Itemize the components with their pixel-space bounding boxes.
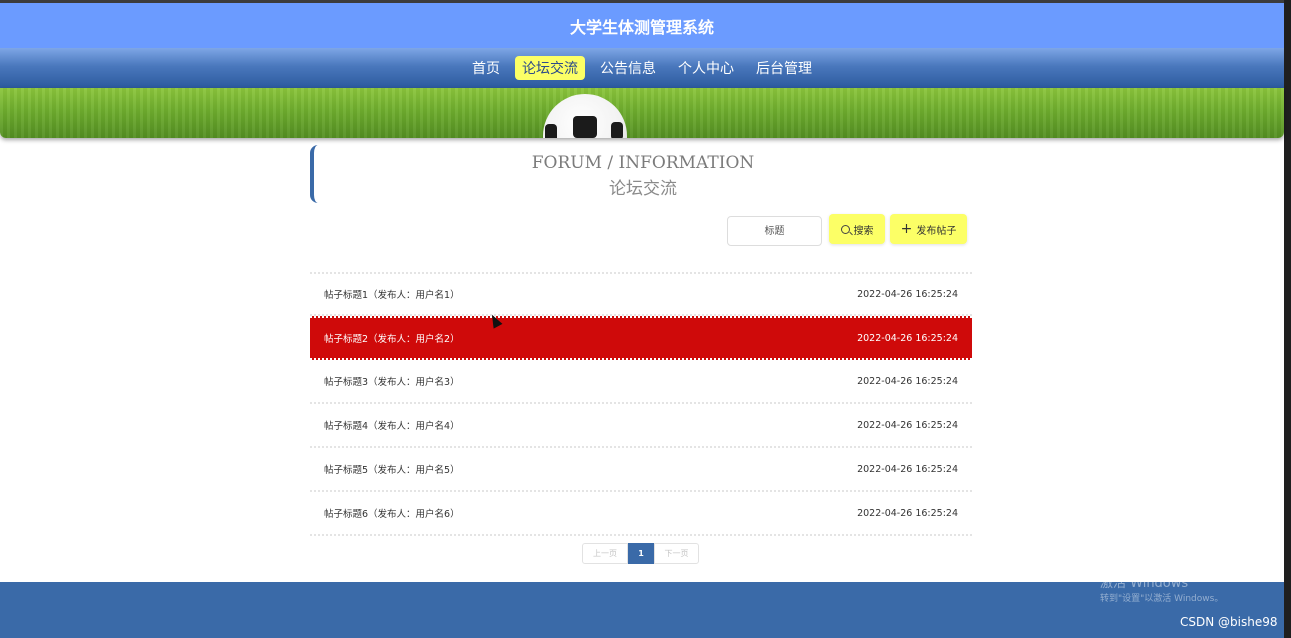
post-list: 帖子标题1（发布人：用户名1） 2022-04-26 16:25:24 帖子标题… [310, 272, 972, 536]
nav-item-profile[interactable]: 个人中心 [671, 56, 741, 80]
prev-page-button[interactable]: 上一页 [582, 543, 628, 564]
csdn-credit: CSDN @bishe98 [1180, 615, 1278, 629]
main-nav: 首页 论坛交流 公告信息 个人中心 后台管理 [0, 48, 1284, 88]
post-time: 2022-04-26 16:25:24 [857, 419, 958, 431]
post-time: 2022-04-26 16:25:24 [857, 463, 958, 475]
search-button[interactable]: 搜索 [829, 214, 885, 244]
new-post-button[interactable]: + 发布帖子 [890, 214, 967, 244]
site-title: 大学生体测管理系统 [569, 17, 714, 37]
section-title-cn: 论坛交流 [609, 179, 677, 199]
post-title: 帖子标题6（发布人：用户名6） [324, 509, 460, 520]
nav-item-home[interactable]: 首页 [465, 56, 507, 80]
post-time: 2022-04-26 16:25:24 [857, 375, 958, 387]
search-button-label: 搜索 [853, 225, 874, 237]
post-row[interactable]: 帖子标题2（发布人：用户名2） 2022-04-26 16:25:24 [310, 316, 972, 360]
post-row[interactable]: 帖子标题3（发布人：用户名3） 2022-04-26 16:25:24 [310, 360, 972, 404]
post-title: 帖子标题1（发布人：用户名1） [324, 290, 460, 301]
pagination: 上一页 1 下一页 [582, 543, 699, 564]
search-icon [840, 224, 850, 234]
nav-item-admin[interactable]: 后台管理 [749, 56, 819, 80]
section-heading: FORUM / INFORMATION 论坛交流 [310, 145, 972, 203]
post-row[interactable]: 帖子标题6（发布人：用户名6） 2022-04-26 16:25:24 [310, 492, 972, 536]
site-footer [0, 582, 1284, 638]
banner-image [0, 88, 1284, 138]
page-1-button[interactable]: 1 [628, 543, 654, 564]
section-title-en: FORUM / INFORMATION [531, 153, 755, 173]
plus-icon: + [900, 221, 913, 237]
next-page-button[interactable]: 下一页 [654, 543, 699, 564]
post-row[interactable]: 帖子标题1（发布人：用户名1） 2022-04-26 16:25:24 [310, 272, 972, 316]
new-post-button-label: 发布帖子 [916, 225, 957, 237]
post-row[interactable]: 帖子标题5（发布人：用户名5） 2022-04-26 16:25:24 [310, 448, 972, 492]
title-search-input[interactable] [727, 216, 822, 246]
post-time: 2022-04-26 16:25:24 [857, 507, 958, 519]
post-time: 2022-04-26 16:25:24 [857, 288, 958, 300]
windows-activation-watermark: 激活 Windows [1100, 576, 1189, 591]
post-title: 帖子标题5（发布人：用户名5） [324, 465, 460, 476]
nav-item-forum[interactable]: 论坛交流 [515, 56, 585, 80]
post-title: 帖子标题4（发布人：用户名4） [324, 421, 460, 432]
post-title: 帖子标题2（发布人：用户名2） [324, 334, 460, 345]
window-edge [1284, 0, 1291, 638]
post-time: 2022-04-26 16:25:24 [857, 332, 958, 344]
grass-texture [0, 88, 1284, 138]
site-header: 大学生体测管理系统 [0, 0, 1284, 48]
post-row[interactable]: 帖子标题4（发布人：用户名4） 2022-04-26 16:25:24 [310, 404, 972, 448]
post-title: 帖子标题3（发布人：用户名3） [324, 377, 460, 388]
nav-item-announcements[interactable]: 公告信息 [593, 56, 663, 80]
windows-activation-hint: 转到"设置"以激活 Windows。 [1100, 594, 1224, 604]
